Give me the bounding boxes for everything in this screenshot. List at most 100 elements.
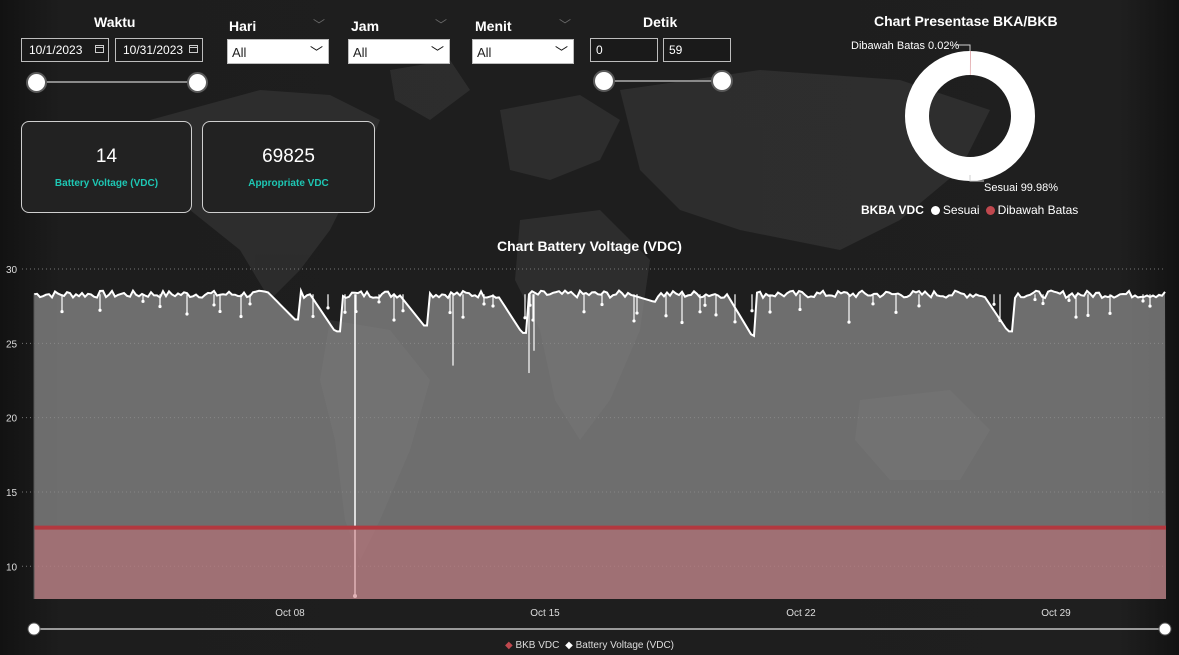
x-tick-label: Oct 22 [786,608,816,619]
chevron-down-icon[interactable]: ﹀ [431,40,444,66]
voltage-dip-point[interactable] [1067,298,1071,302]
jam-selected: All [353,45,368,60]
chevron-down-icon[interactable]: ﹀ [313,16,325,33]
donut-legend-dibawah-batas[interactable]: Dibawah Batas [998,203,1079,217]
detik-min-value: 0 [596,43,603,57]
voltage-dip-point[interactable] [185,312,189,316]
detik-min-input[interactable]: 0 [590,38,658,62]
voltage-dip-point[interactable] [894,310,898,314]
voltage-dip-point[interactable] [600,302,604,307]
menit-label: Menit [475,18,512,34]
voltage-dip-point[interactable] [448,310,452,315]
jam-dropdown[interactable]: All ﹀ [348,39,450,64]
voltage-dip-point[interactable] [1108,311,1112,315]
date-slider-track[interactable] [34,81,200,83]
hari-selected: All [232,45,247,60]
start-date-value: 10/1/2023 [29,43,83,57]
voltage-dip-point[interactable] [491,304,495,308]
x-tick-label: Oct 29 [1041,608,1071,619]
hari-label: Hari [229,18,257,34]
voltage-dip-point[interactable] [798,307,802,312]
legend-bkb-label[interactable]: BKB VDC [515,640,559,651]
appropriate-vdc-value: 69825 [262,146,315,167]
menit-dropdown[interactable]: All ﹀ [472,39,574,64]
voltage-dip-point[interactable] [680,320,684,325]
voltage-dip-point[interactable] [632,319,636,323]
voltage-dip-point[interactable] [1148,304,1152,308]
donut-legend: BKBA VDC Sesuai Dibawah Batas [861,203,1078,217]
voltage-dip-point[interactable] [311,314,315,319]
voltage-dip-point[interactable] [141,299,145,303]
map-greenland [390,60,470,120]
y-tick-label: 15 [6,488,18,499]
voltage-dip-point[interactable] [1074,315,1078,319]
waktu-label: Waktu [94,14,136,30]
voltage-dip-point[interactable] [158,304,162,309]
detik-slider-start-handle[interactable] [593,70,615,92]
date-slider-end-handle[interactable] [187,72,208,93]
voltage-dip-point[interactable] [392,318,396,322]
voltage-dip-point[interactable] [343,310,347,314]
calendar-icon[interactable] [95,45,104,53]
voltage-dip-point[interactable] [326,306,330,310]
voltage-dip-point[interactable] [98,308,102,312]
voltage-dip-point[interactable] [523,316,527,320]
voltage-dip-point[interactable] [703,303,707,307]
voltage-dip-point[interactable] [698,310,702,314]
donut-chart [905,44,1035,182]
map-europe [500,95,620,180]
voltage-dip-point[interactable] [635,311,639,315]
y-tick-label: 20 [6,414,18,425]
appropriate-vdc-card: 69825 Appropriate VDC [202,121,375,213]
voltage-dip-point[interactable] [992,302,996,306]
voltage-dip-point[interactable] [1041,301,1045,306]
voltage-dip-point[interactable] [377,300,381,304]
calendar-icon[interactable] [189,45,198,53]
y-tick-label: 10 [6,562,18,573]
legend-battery-label[interactable]: Battery Voltage (VDC) [576,640,674,651]
voltage-dip-point[interactable] [1086,313,1090,317]
chevron-down-icon[interactable]: ﹀ [310,40,323,66]
voltage-dip-point[interactable] [750,309,754,313]
legend-dot-dibawah-batas-icon [985,205,995,215]
voltage-dip-point[interactable] [239,314,243,319]
detik-slider-end-handle[interactable] [711,70,733,92]
voltage-dip-point[interactable] [998,318,1002,323]
voltage-dip-point[interactable] [1033,297,1037,302]
donut-slice-sesuai[interactable] [905,51,1035,181]
voltage-dip-point[interactable] [582,310,586,314]
voltage-dip-point[interactable] [482,302,486,306]
chevron-down-icon[interactable]: ﹀ [435,16,447,33]
voltage-dip-point[interactable] [218,309,222,314]
voltage-dip-point[interactable] [733,320,737,324]
voltage-dip-point[interactable] [768,310,772,314]
donut-title: Chart Presentase BKA/BKB [874,13,1058,29]
chart-range-end-handle[interactable] [1158,622,1172,636]
voltage-dip-point[interactable] [714,313,718,317]
voltage-dip-point[interactable] [461,315,465,319]
voltage-dip-point[interactable] [60,309,64,314]
donut-legend-sesuai[interactable]: Sesuai [943,203,980,217]
voltage-dip-point[interactable] [847,320,851,324]
chart-range-start-handle[interactable] [27,622,41,636]
voltage-dip-point[interactable] [401,309,405,313]
detik-max-input[interactable]: 59 [663,38,731,62]
appropriate-vdc-label: Appropriate VDC [248,178,329,189]
date-slider-start-handle[interactable] [26,72,47,93]
detik-slider-track[interactable] [604,80,722,82]
end-date-input[interactable]: 10/31/2023 [115,38,203,62]
battery-voltage-value: 14 [95,146,118,167]
start-date-input[interactable]: 10/1/2023 [21,38,109,62]
voltage-dip-point[interactable] [212,303,216,307]
voltage-dip-point[interactable] [1141,299,1145,303]
chevron-down-icon[interactable]: ﹀ [559,16,571,33]
chevron-down-icon[interactable]: ﹀ [555,40,568,66]
voltage-dip-point[interactable] [917,304,921,308]
jam-label: Jam [351,18,380,34]
voltage-dip-point[interactable] [871,302,875,306]
battery-voltage-label: Battery Voltage (VDC) [54,178,159,189]
menit-selected: All [477,45,492,60]
voltage-dip-point[interactable] [664,314,668,318]
hari-dropdown[interactable]: All ﹀ [227,39,329,64]
voltage-dip-point[interactable] [248,302,252,306]
